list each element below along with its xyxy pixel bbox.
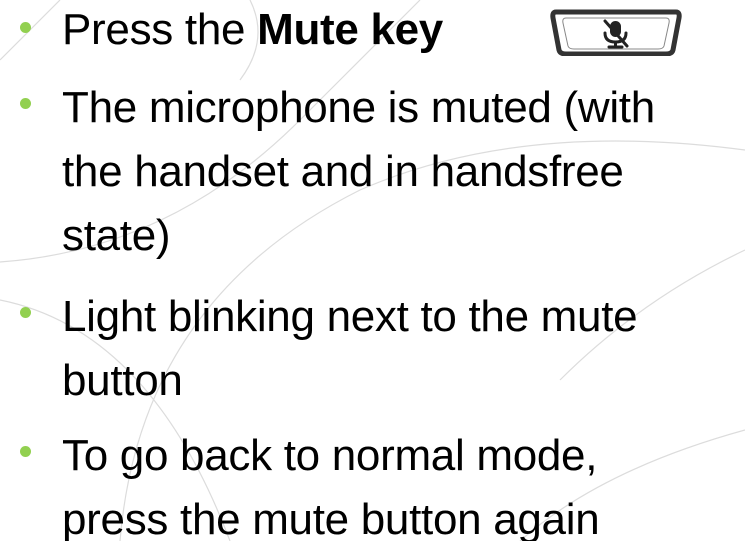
muted-microphone-key-icon [550, 9, 682, 56]
slide: Press the Mute key The microphone is mut… [0, 0, 745, 541]
bullet-line: press the mute button again [62, 495, 600, 541]
bullet-dot [20, 307, 31, 318]
bullet-line: button [62, 356, 183, 405]
bullet-dot [20, 22, 31, 33]
bullet-line: Light blinking next to the mute [62, 292, 638, 341]
bullet-dot [20, 98, 31, 109]
bullet-line: The microphone is muted (with [62, 83, 655, 132]
bullet-line: To go back to normal mode, [62, 431, 598, 480]
bullet-text-bold: Mute key [257, 5, 443, 54]
bullet-dot [20, 446, 31, 457]
bullet-text-plain: Press the [62, 5, 258, 54]
bullet-line: state) [62, 211, 171, 260]
bullet-line: the handset and in handsfree [62, 147, 624, 196]
